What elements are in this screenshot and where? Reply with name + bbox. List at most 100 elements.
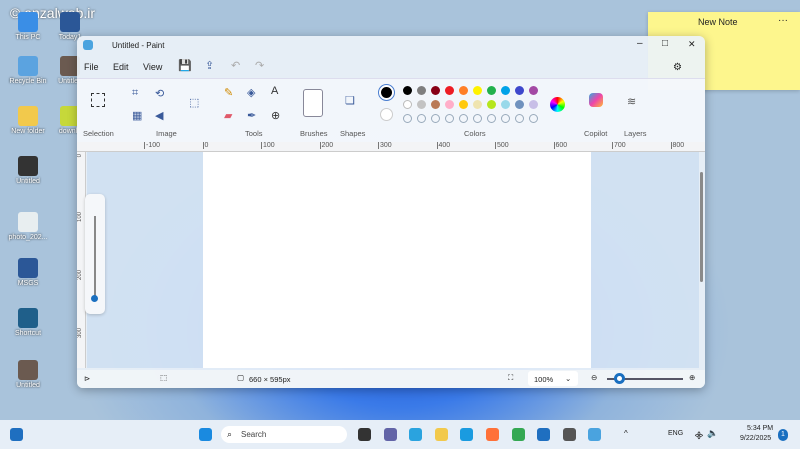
eraser-icon[interactable]: ▰ bbox=[224, 109, 232, 122]
teams-icon[interactable] bbox=[383, 428, 397, 441]
close-button[interactable]: ✕ bbox=[688, 39, 696, 50]
search-box[interactable]: ⌕ Search bbox=[221, 426, 347, 443]
color-swatch[interactable] bbox=[473, 86, 482, 95]
edge-icon[interactable] bbox=[460, 428, 474, 441]
custom-color-slot[interactable] bbox=[403, 114, 412, 123]
fill-icon[interactable]: ◈ bbox=[247, 86, 255, 99]
crop-icon[interactable]: ⌗ bbox=[132, 87, 138, 100]
custom-color-slot[interactable] bbox=[501, 114, 510, 123]
desktop-icon[interactable]: Recycle Bin bbox=[6, 56, 50, 85]
custom-color-slot[interactable] bbox=[459, 114, 468, 123]
save-icon[interactable]: 💾 bbox=[178, 59, 192, 72]
media-player-icon[interactable] bbox=[537, 428, 551, 441]
custom-color-slot[interactable] bbox=[445, 114, 454, 123]
layers-icon[interactable]: ≋ bbox=[627, 95, 636, 108]
custom-color-slot[interactable] bbox=[417, 114, 426, 123]
secondary-color[interactable] bbox=[380, 108, 393, 121]
redo-icon[interactable]: ↷ bbox=[255, 59, 264, 72]
tray-chevron-icon[interactable]: ^ bbox=[624, 429, 628, 438]
color-swatch[interactable] bbox=[417, 100, 426, 109]
vertical-scrollbar[interactable] bbox=[699, 152, 705, 368]
menu-file[interactable]: File bbox=[84, 62, 99, 72]
desktop-icon[interactable]: Untitled bbox=[6, 360, 50, 389]
clock-time[interactable]: 5:34 PM bbox=[747, 425, 773, 432]
firefox-icon[interactable] bbox=[486, 428, 499, 441]
color-swatch[interactable] bbox=[403, 100, 412, 109]
color-swatch[interactable] bbox=[445, 86, 454, 95]
magnifier-icon[interactable]: ⊕ bbox=[271, 109, 280, 122]
zoom-slider-thumb[interactable] bbox=[614, 373, 625, 384]
desktop-icon[interactable]: Untitled bbox=[6, 156, 50, 185]
brushes-button[interactable] bbox=[303, 89, 323, 117]
color-swatch[interactable] bbox=[473, 100, 482, 109]
notification-badge[interactable]: 1 bbox=[778, 429, 788, 441]
gift-icon[interactable] bbox=[562, 428, 576, 441]
group-label: Selection bbox=[83, 129, 114, 138]
image-select-icon[interactable]: ⬚ bbox=[189, 96, 199, 109]
undo-icon[interactable]: ↶ bbox=[231, 59, 240, 72]
desktop-icon[interactable]: MSGS bbox=[6, 258, 50, 287]
color-swatch[interactable] bbox=[529, 86, 538, 95]
color-swatch[interactable] bbox=[501, 100, 510, 109]
clock-date[interactable]: 9/22/2025 bbox=[740, 435, 771, 442]
wifi-icon[interactable]: ᯽ bbox=[694, 428, 704, 441]
rotate-icon[interactable]: ⟲ bbox=[155, 87, 164, 100]
zoom-out-icon[interactable]: ⊖ bbox=[591, 373, 597, 382]
start-icon[interactable] bbox=[199, 428, 212, 441]
explorer-icon[interactable] bbox=[434, 428, 448, 441]
desktop-icon[interactable]: Shortcut bbox=[6, 308, 50, 337]
brush-size-slider[interactable] bbox=[85, 194, 105, 314]
color-swatch[interactable] bbox=[417, 86, 426, 95]
paint-icon[interactable] bbox=[588, 428, 602, 441]
minimize-button[interactable]: – bbox=[637, 38, 643, 49]
text-icon[interactable]: A bbox=[271, 85, 278, 97]
color-swatch[interactable] bbox=[459, 100, 468, 109]
color-swatch[interactable] bbox=[515, 86, 524, 95]
fit-to-window-icon[interactable]: ⛶ bbox=[508, 373, 513, 383]
color-picker-icon[interactable]: ✒ bbox=[247, 109, 256, 122]
color-swatch[interactable] bbox=[445, 100, 454, 109]
color-swatch[interactable] bbox=[431, 86, 440, 95]
desktop-icon[interactable]: This PC bbox=[6, 12, 50, 41]
color-swatch[interactable] bbox=[459, 86, 468, 95]
color-swatch[interactable] bbox=[501, 86, 510, 95]
widgets-icon[interactable] bbox=[10, 428, 23, 441]
desktop-icon[interactable]: photo_202... bbox=[6, 212, 50, 241]
flip-icon[interactable]: ◀ bbox=[155, 109, 163, 122]
custom-color-slot[interactable] bbox=[431, 114, 440, 123]
share-icon[interactable]: ⇪ bbox=[205, 59, 214, 72]
selection-icon[interactable] bbox=[91, 93, 105, 107]
color-swatch[interactable] bbox=[431, 100, 440, 109]
zoom-dropdown[interactable]: 100% ⌄ bbox=[528, 371, 578, 386]
resize-icon[interactable]: ▦ bbox=[132, 109, 142, 122]
custom-color-slot[interactable] bbox=[515, 114, 524, 123]
file-manager-icon[interactable] bbox=[358, 428, 371, 441]
custom-color-slot[interactable] bbox=[529, 114, 538, 123]
desktop-icon[interactable]: New folder bbox=[6, 106, 50, 135]
shapes-icon[interactable]: ❏ bbox=[345, 94, 355, 107]
telegram-icon[interactable] bbox=[409, 428, 423, 441]
volume-icon[interactable]: 🔈 bbox=[707, 428, 718, 439]
color-swatch[interactable] bbox=[487, 86, 496, 95]
menu-edit[interactable]: Edit bbox=[113, 62, 129, 72]
copilot-icon[interactable] bbox=[589, 93, 603, 107]
custom-color-slot[interactable] bbox=[487, 114, 496, 123]
maximize-button[interactable]: □ bbox=[662, 38, 668, 49]
ruler-tick-label: -100 bbox=[144, 142, 161, 149]
note-more-button[interactable]: ··· bbox=[778, 15, 788, 26]
primary-color[interactable] bbox=[378, 84, 395, 101]
language-indicator[interactable]: ENG bbox=[668, 430, 683, 437]
color-swatch[interactable] bbox=[487, 100, 496, 109]
drawing-canvas[interactable] bbox=[203, 152, 591, 368]
pencil-icon[interactable]: ✎ bbox=[224, 86, 233, 99]
color-swatch[interactable] bbox=[403, 86, 412, 95]
zoom-in-icon[interactable]: ⊕ bbox=[689, 373, 695, 382]
slider-thumb[interactable] bbox=[91, 295, 98, 302]
edit-colors-icon[interactable] bbox=[550, 97, 565, 112]
chrome-icon[interactable] bbox=[511, 428, 525, 441]
custom-color-slot[interactable] bbox=[473, 114, 482, 123]
color-swatch[interactable] bbox=[529, 100, 538, 109]
menu-view[interactable]: View bbox=[143, 62, 162, 72]
settings-icon[interactable]: ⚙ bbox=[673, 62, 682, 73]
color-swatch[interactable] bbox=[515, 100, 524, 109]
